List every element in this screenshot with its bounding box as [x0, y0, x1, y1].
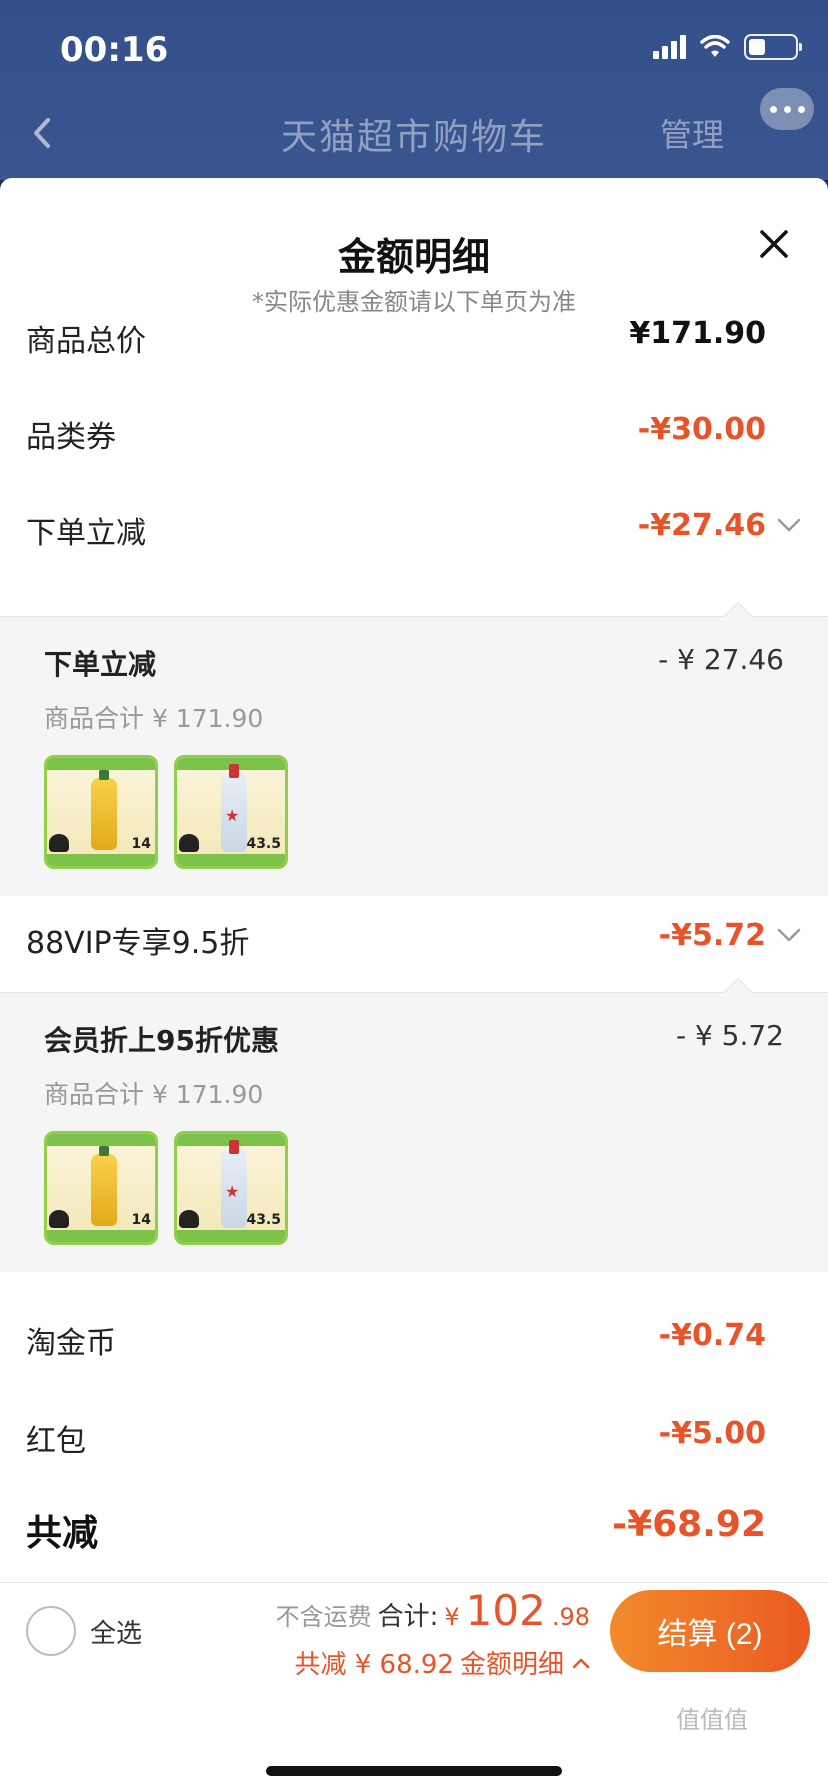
baijiu-bottle-icon: [221, 764, 247, 852]
status-icons: [653, 34, 802, 60]
manage-button[interactable]: 管理: [660, 110, 724, 156]
select-all-toggle[interactable]: 全选: [26, 1606, 142, 1656]
product-thumbnail-oil[interactable]: 14: [44, 1131, 158, 1245]
sheet-title: 金额明细: [337, 235, 490, 279]
row-value: ¥171.90: [629, 316, 766, 351]
row-label: 品类券: [26, 420, 116, 455]
saved-amount: 共减 ¥ 68.92: [294, 1650, 454, 1680]
row-value: -¥5.00: [658, 1416, 766, 1451]
subtotal-label: 合计:: [377, 1602, 439, 1632]
tmall-cat-icon: [49, 1210, 69, 1228]
baijiu-bottle-icon: [221, 1140, 247, 1228]
status-time: 00:16: [60, 30, 169, 70]
home-indicator[interactable]: [266, 1766, 562, 1776]
dot-icon: [797, 105, 805, 113]
battery-icon: [744, 34, 802, 60]
row-red-packet: 红包 -¥5.00: [0, 1404, 828, 1474]
vip-detail-panel: 会员折上95折优惠 - ¥ 5.72 商品合计 ¥ 171.90 14 43.5: [0, 977, 828, 1272]
panel-subtotal: 商品合计 ¥ 171.90: [44, 1080, 264, 1109]
product-thumbnail-baijiu[interactable]: 43.5: [174, 1131, 288, 1245]
panel-title: 会员折上95折优惠: [44, 1024, 279, 1057]
tmall-cat-icon: [179, 834, 199, 852]
panel-amount: - ¥ 5.72: [675, 1019, 784, 1052]
thumbnail-price: 14: [131, 836, 151, 852]
row-label: 88VIP专享9.5折: [26, 926, 250, 961]
row-category-coupon: 品类券 -¥30.00: [0, 400, 828, 470]
row-value: -¥30.00: [637, 412, 766, 447]
row-label: 下单立减: [26, 516, 146, 551]
total-saved-value: -¥68.92: [612, 1504, 766, 1545]
tmall-cat-icon: [179, 1210, 199, 1228]
chevron-down-icon[interactable]: [774, 920, 804, 950]
chevron-up-icon[interactable]: [570, 1652, 592, 1674]
row-label: 红包: [26, 1424, 86, 1459]
subtotal-summary: 不含运费 合计: ¥ 102 .98: [276, 1586, 590, 1635]
tmall-cat-icon: [49, 834, 69, 852]
dot-icon: [783, 105, 791, 113]
watermark: 值值值: [676, 1706, 748, 1734]
checkout-bar: 全选 不含运费 合计: ¥ 102 .98 共减 ¥ 68.92 金额明细 结算…: [0, 1584, 828, 1792]
row-total-saved: 共减 -¥68.92: [0, 1500, 828, 1570]
panel-amount: - ¥ 27.46: [658, 643, 784, 676]
row-value: -¥27.46: [637, 508, 766, 543]
row-vip-discount[interactable]: 88VIP专享9.5折 -¥5.72: [0, 906, 828, 976]
saved-summary[interactable]: 共减 ¥ 68.92 金额明细: [294, 1644, 592, 1681]
oil-bottle-icon: [91, 770, 117, 850]
row-taojinbi: 淘金币 -¥0.74: [0, 1306, 828, 1376]
select-all-radio[interactable]: [26, 1606, 76, 1656]
product-thumbnail-oil[interactable]: 14: [44, 755, 158, 869]
price-decimal: .98: [551, 1603, 590, 1631]
row-label: 淘金币: [26, 1326, 116, 1361]
no-shipping-note: 不含运费: [275, 1603, 372, 1631]
total-saved-label: 共减: [26, 1513, 99, 1554]
price-integer: 102: [465, 1586, 546, 1635]
more-menu-button[interactable]: [760, 88, 814, 130]
oil-bottle-icon: [91, 1146, 117, 1226]
row-instant-discount[interactable]: 下单立减 -¥27.46: [0, 496, 828, 566]
row-label: 商品总价: [26, 324, 146, 359]
thumbnail-price: 43.5: [246, 836, 281, 852]
discount-detail-panel: 下单立减 - ¥ 27.46 商品合计 ¥ 171.90 14 43.5: [0, 601, 828, 896]
row-value: -¥5.72: [658, 918, 766, 953]
product-thumbnails: 14 43.5: [44, 1131, 288, 1245]
row-value: -¥0.74: [658, 1318, 766, 1353]
product-thumbnail-baijiu[interactable]: 43.5: [174, 755, 288, 869]
row-total-price: 商品总价 ¥171.90: [0, 304, 828, 374]
panel-subtotal: 商品合计 ¥ 171.90: [44, 704, 264, 733]
checkout-button[interactable]: 结算 (2): [610, 1590, 810, 1672]
wifi-icon: [700, 35, 730, 57]
chevron-down-icon[interactable]: [774, 510, 804, 540]
amount-detail-sheet: 金额明细 *实际优惠金额请以下单页为准 商品总价 ¥171.90 品类券 -¥3…: [0, 178, 828, 1792]
panel-title: 下单立减: [44, 648, 157, 681]
amount-detail-link[interactable]: 金额明细: [460, 1644, 564, 1681]
currency-symbol: ¥: [444, 1603, 460, 1631]
close-icon[interactable]: [756, 226, 792, 262]
product-thumbnails: 14 43.5: [44, 755, 288, 869]
app-header: 00:16 天猫超市购物车 管理: [0, 0, 828, 180]
select-all-label: 全选: [90, 1618, 143, 1649]
divider: [0, 1582, 828, 1583]
dot-icon: [769, 105, 777, 113]
cellular-signal-icon: [653, 35, 686, 59]
thumbnail-price: 14: [131, 1212, 151, 1228]
thumbnail-price: 43.5: [246, 1212, 281, 1228]
